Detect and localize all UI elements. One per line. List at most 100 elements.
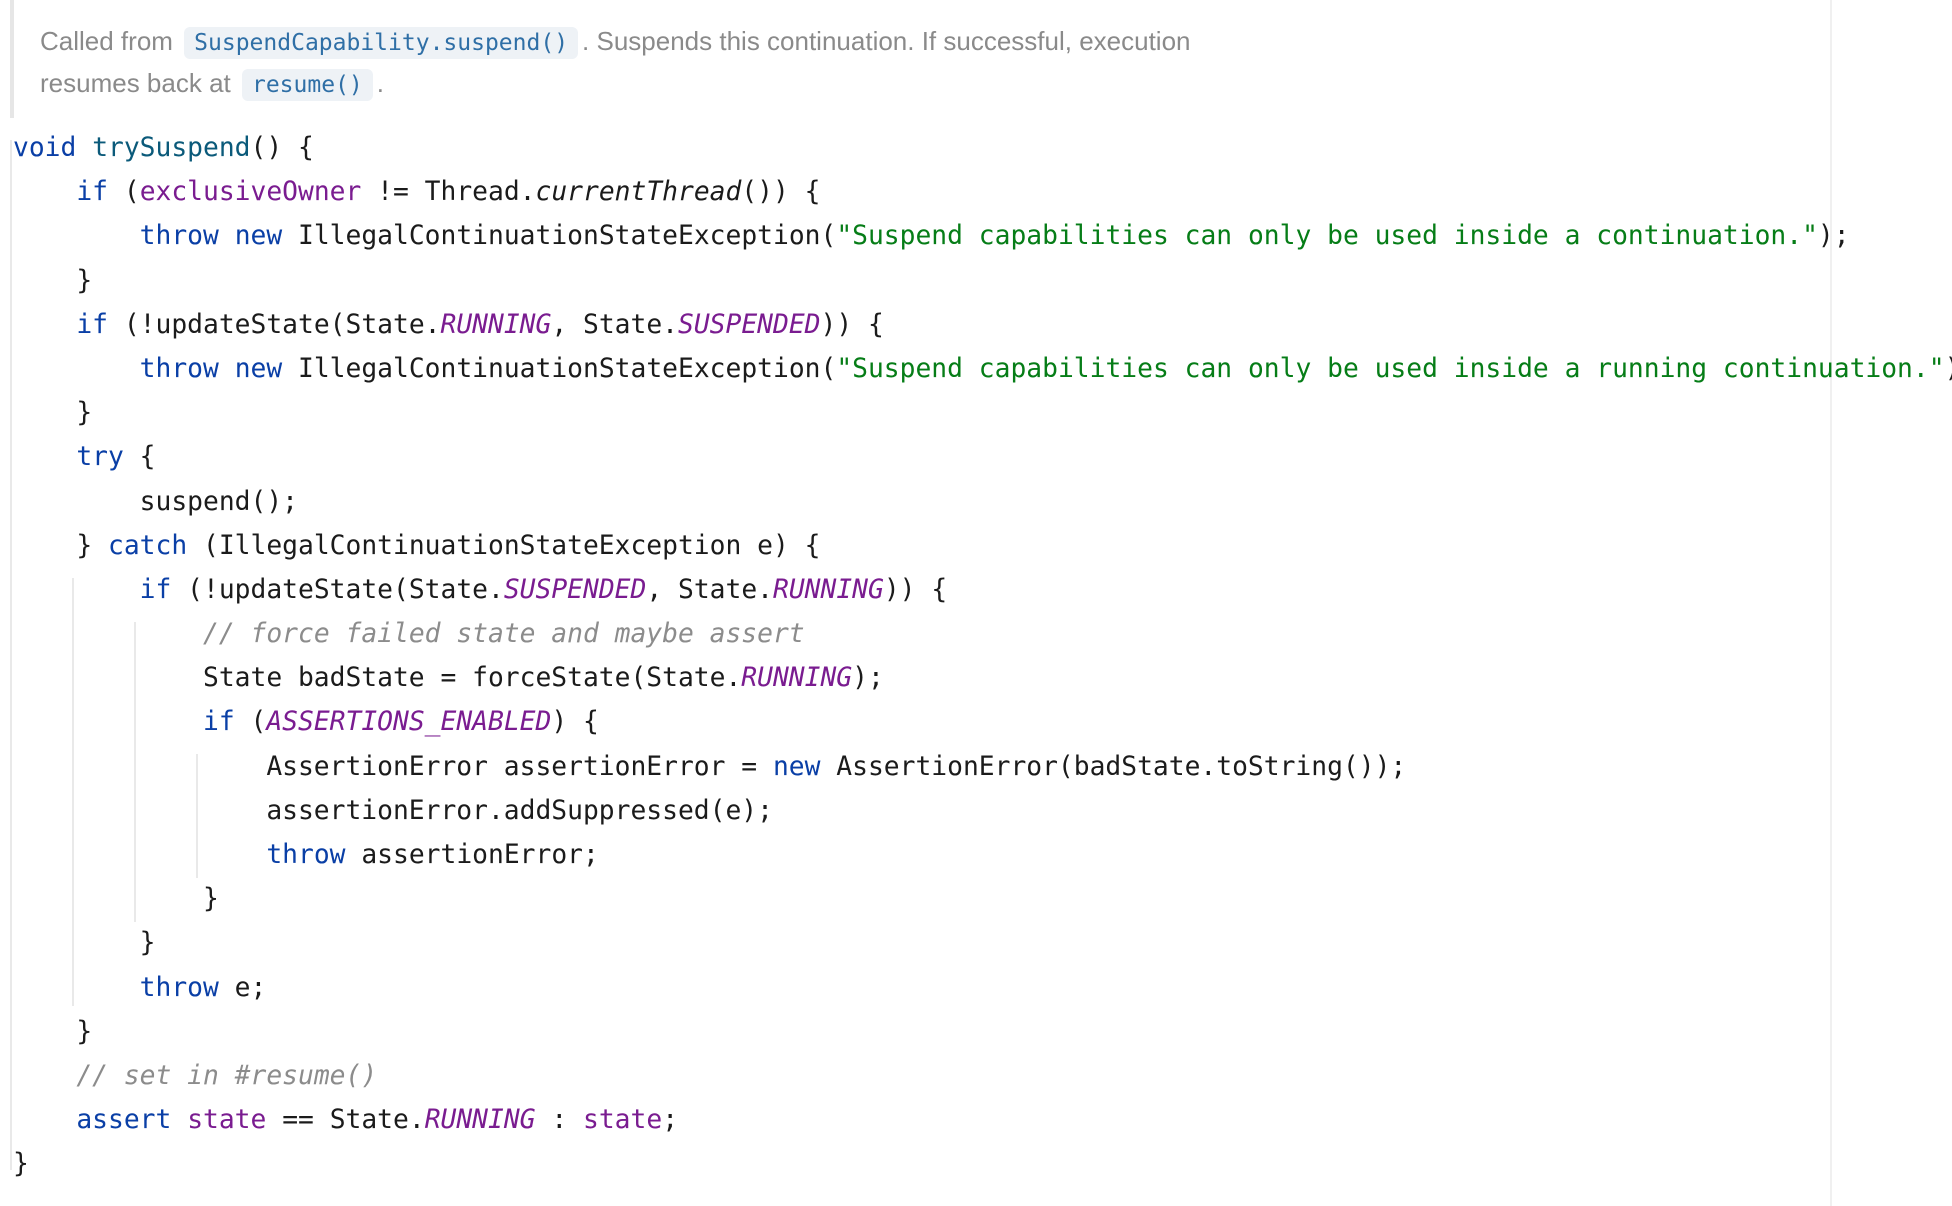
code-token: != Thread.	[361, 177, 536, 208]
code-token: (!updateState(State.	[108, 309, 441, 340]
code-token: );	[1945, 354, 1952, 384]
code-token: IllegalContinuationStateException(	[282, 221, 837, 252]
code-token: catch	[108, 530, 188, 561]
code-token: assertionError.addSuppressed(e);	[13, 795, 773, 826]
indent-guide	[10, 140, 12, 1170]
code-token: );	[852, 663, 884, 694]
code-line[interactable]: // force failed state and maybe assert	[13, 612, 1952, 656]
code-token: throw	[139, 353, 219, 384]
code-line[interactable]: void trySuspend() {	[13, 126, 1952, 170]
code-token: assert	[76, 1105, 172, 1136]
code-token: () {	[250, 133, 314, 163]
code-token: SUSPENDED	[503, 574, 647, 605]
code-token: RUNNING	[424, 1105, 536, 1136]
code-token: "Suspend capabilities can only be used i…	[836, 221, 1818, 252]
code-line[interactable]: throw e;	[13, 966, 1952, 1010]
code-token: }	[13, 1149, 29, 1180]
doc-text: . Suspends this continuation. If success…	[582, 26, 1191, 56]
code-token: state	[583, 1105, 663, 1136]
code-token: new	[772, 751, 821, 782]
code-token: if	[139, 574, 172, 605]
code-token: );	[1817, 221, 1850, 252]
code-line[interactable]: }	[13, 877, 1952, 921]
code-token: if	[76, 309, 109, 340]
code-token: , State.	[551, 309, 678, 340]
code-token: ) {	[551, 707, 599, 738]
code-token: // force failed state and maybe assert	[203, 619, 805, 650]
code-token: AssertionError assertionError =	[13, 751, 773, 782]
code-token: throw	[139, 221, 219, 252]
code-token: exclusiveOwner	[139, 177, 362, 208]
doc-text: resumes back at	[40, 68, 231, 98]
code-line[interactable]: }	[13, 1142, 1952, 1186]
code-token: RUNNING	[440, 309, 552, 340]
code-token: try	[76, 442, 124, 473]
code-token: }	[13, 884, 219, 915]
code-line[interactable]: throw assertionError;	[13, 833, 1952, 877]
code-line[interactable]: suspend();	[13, 480, 1952, 524]
code-line[interactable]: throw new IllegalContinuationStateExcept…	[13, 347, 1952, 391]
code-line[interactable]: // set in #resume()	[13, 1054, 1952, 1098]
code-token: if	[203, 707, 235, 738]
rendered-doc-comment: Called from SuspendCapability.suspend().…	[10, 0, 1280, 118]
code-token: void	[13, 133, 77, 163]
code-line[interactable]: }	[13, 1010, 1952, 1054]
code-line[interactable]: }	[13, 391, 1952, 435]
doc-line-1: Called from SuspendCapability.suspend().…	[40, 20, 1280, 62]
code-line[interactable]: if (ASSERTIONS_ENABLED) {	[13, 700, 1952, 744]
code-line[interactable]: if (!updateState(State.RUNNING, State.SU…	[13, 303, 1952, 347]
code-token: assertionError;	[345, 840, 599, 870]
code-editor[interactable]: Called from SuspendCapability.suspend().…	[0, 0, 1952, 1206]
code-token: ()) {	[741, 177, 821, 208]
code-line[interactable]: }	[13, 259, 1952, 303]
doc-link-suspend[interactable]: SuspendCapability.suspend()	[184, 27, 579, 59]
code-token: trySuspend	[92, 133, 251, 163]
code-line[interactable]: }	[13, 921, 1952, 965]
doc-link-resume[interactable]: resume()	[241, 69, 373, 101]
code-token: :	[535, 1105, 584, 1136]
code-token: == State.	[266, 1105, 425, 1136]
code-token: )) {	[883, 574, 948, 605]
code-line[interactable]: if (exclusiveOwner != Thread.currentThre…	[13, 170, 1952, 214]
code-token: )) {	[820, 309, 884, 340]
code-line[interactable]: assertionError.addSuppressed(e);	[13, 789, 1952, 833]
code-token: (IllegalContinuationStateException e) {	[187, 530, 821, 561]
code-token: throw	[266, 840, 346, 870]
code-body[interactable]: void trySuspend() { if (exclusiveOwner !…	[13, 126, 1952, 1187]
code-token: "Suspend capabilities can only be used i…	[836, 353, 1945, 384]
code-line[interactable]: try {	[13, 435, 1952, 479]
code-line[interactable]: assert state == State.RUNNING : state;	[13, 1098, 1952, 1142]
code-token: State badState = forceState(State.	[13, 663, 742, 694]
code-token: IllegalContinuationStateException(	[282, 353, 837, 384]
doc-text: .	[376, 68, 384, 98]
code-line[interactable]: } catch (IllegalContinuationStateExcepti…	[13, 524, 1952, 568]
code-line[interactable]: throw new IllegalContinuationStateExcept…	[13, 214, 1952, 258]
code-token: ASSERTIONS_ENABLED	[266, 707, 552, 738]
code-token: AssertionError(badState.toString());	[820, 751, 1407, 782]
code-token: currentThread	[535, 177, 742, 208]
code-token: suspend();	[13, 486, 298, 517]
code-token: }	[13, 265, 93, 296]
code-token: throw	[139, 972, 219, 1003]
code-token: if	[76, 177, 109, 208]
code-token: }	[13, 530, 108, 561]
code-token: }	[13, 1016, 93, 1047]
code-line[interactable]: AssertionError assertionError = new Asse…	[13, 745, 1952, 789]
code-line[interactable]: if (!updateState(State.SUSPENDED, State.…	[13, 568, 1952, 612]
code-token: state	[187, 1105, 267, 1136]
code-line[interactable]: State badState = forceState(State.RUNNIN…	[13, 656, 1952, 700]
